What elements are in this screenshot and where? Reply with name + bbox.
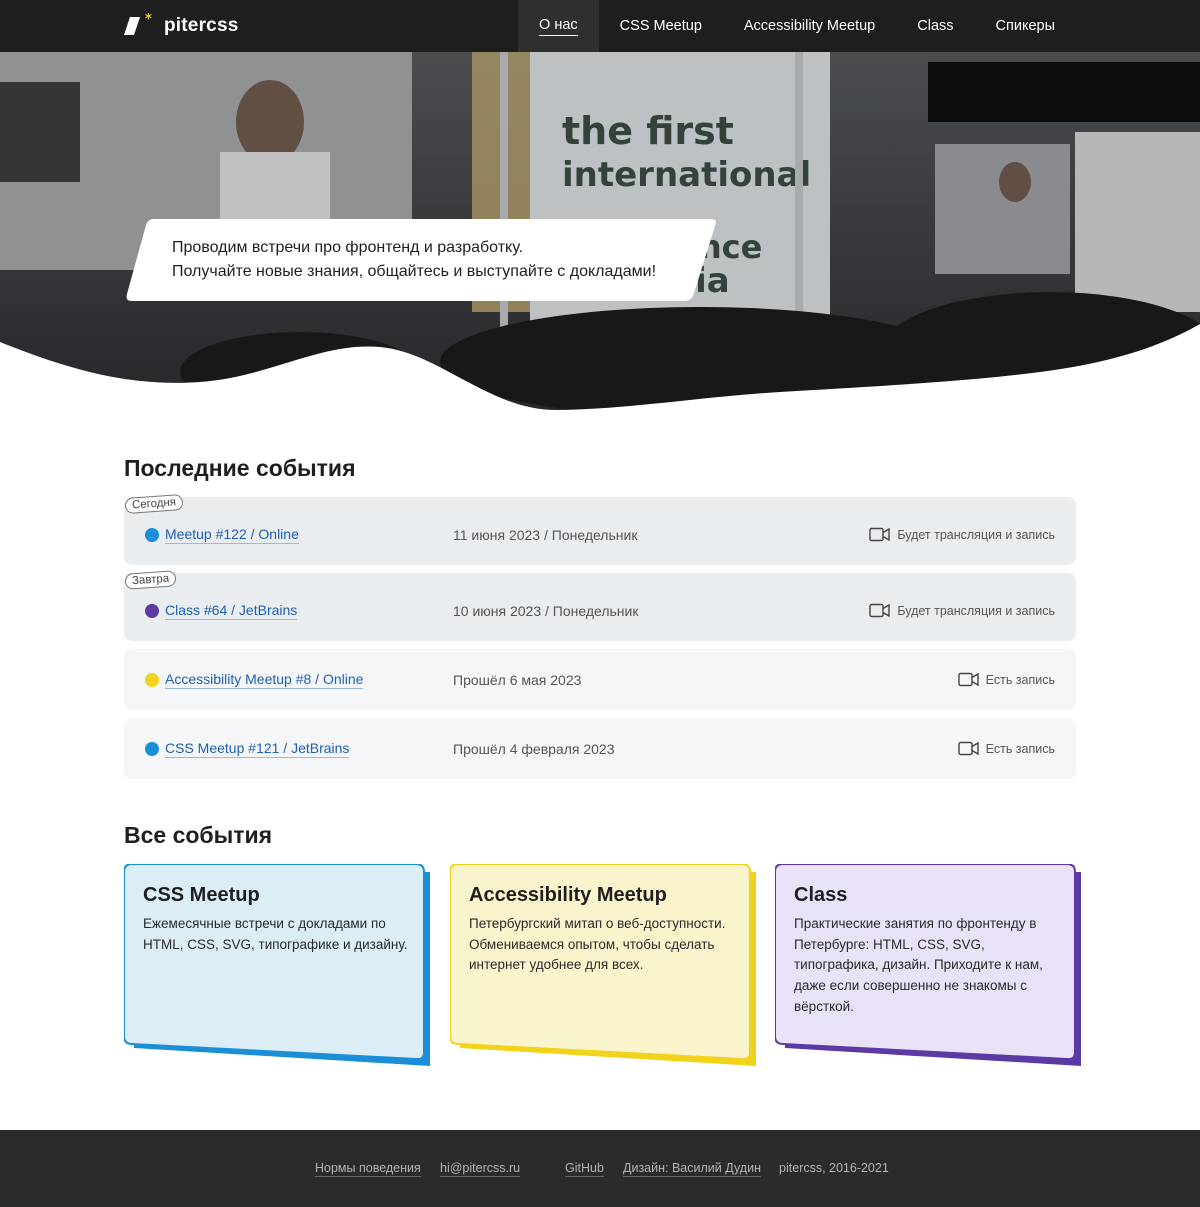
event-type-dot <box>145 604 159 618</box>
logo-text: pitercss <box>164 15 239 36</box>
list-item: CSS Meetup #121 / JetBrains Прошёл 4 фев… <box>124 718 1076 779</box>
event-card-css-meetup[interactable]: CSS Meetup Ежемесячные встречи с доклада… <box>124 864 430 1068</box>
designer-link[interactable]: Дизайн: Василий Дудин <box>623 1161 761 1177</box>
copyright: pitercss, 2016-2021 <box>779 1161 889 1175</box>
logo-link[interactable]: * pitercss <box>124 12 239 39</box>
github-link[interactable]: GitHub <box>565 1161 604 1177</box>
site-header: * pitercss О нас CSS Meetup Accessibilit… <box>0 0 1200 52</box>
event-link[interactable]: Class #64 / JetBrains <box>165 602 298 620</box>
event-link[interactable]: CSS Meetup #121 / JetBrains <box>165 740 350 758</box>
event-card-class[interactable]: Class Практические занятия по фронтенду … <box>775 864 1081 1068</box>
event-note-text: Есть запись <box>985 672 1055 687</box>
nav-item-about[interactable]: О нас <box>518 0 599 52</box>
event-tag: Сегодня <box>124 493 184 515</box>
main-nav: О нас CSS Meetup Accessibility Meetup Cl… <box>518 0 1076 52</box>
video-camera-icon <box>869 603 891 618</box>
hero: the first international conference in ru… <box>0 52 1200 414</box>
event-date: Прошёл 6 мая 2023 <box>453 672 582 688</box>
all-events-cards: CSS Meetup Ежемесячные встречи с доклада… <box>124 864 1082 1074</box>
code-of-conduct-link[interactable]: Нормы поведения <box>315 1161 421 1177</box>
hero-line-2: Получайте новые знания, общайтесь и выст… <box>172 263 657 280</box>
event-link[interactable]: Meetup #122 / Online <box>165 526 299 544</box>
event-note-text: Будет трансляция и запись <box>897 527 1055 542</box>
event-note: Есть запись <box>957 672 1055 687</box>
event-link[interactable]: Accessibility Meetup #8 / Online <box>165 671 364 689</box>
nav-item-class[interactable]: Class <box>896 0 974 52</box>
site-footer: Нормы поведения hi@pitercss.ru GitHub Ди… <box>0 1130 1200 1207</box>
nav-item-css-meetup[interactable]: CSS Meetup <box>599 0 723 52</box>
card-title: CSS Meetup <box>143 884 260 906</box>
card-text: Ежемесячные встречи с докладами по HTML,… <box>143 916 408 952</box>
hero-line-1: Проводим встречи про фронтенд и разработ… <box>172 239 524 256</box>
hero-callout: Проводим встречи про фронтенд и разработ… <box>126 219 716 301</box>
nav-item-label: О нас <box>539 17 578 36</box>
hero-text: Проводим встречи про фронтенд и разработ… <box>172 236 656 284</box>
card-title: Accessibility Meetup <box>469 884 667 906</box>
all-events-heading: Все события <box>124 822 273 848</box>
event-note: Есть запись <box>957 741 1055 756</box>
video-camera-icon <box>957 672 979 687</box>
card-text: Петербургский митап о веб-доступности. О… <box>469 916 726 973</box>
nav-item-label: Accessibility Meetup <box>743 18 876 34</box>
nav-item-label: Class <box>917 18 954 34</box>
event-note: Будет трансляция и запись <box>869 527 1055 542</box>
list-item: Accessibility Meetup #8 / Online Прошёл … <box>124 649 1076 710</box>
card-text: Практические занятия по фронтенду в Пете… <box>794 916 1043 1014</box>
event-type-dot <box>145 742 159 756</box>
nav-item-label: CSS Meetup <box>619 18 702 34</box>
event-tag: Завтра <box>124 570 177 590</box>
nav-item-label: Спикеры <box>995 18 1055 34</box>
video-camera-icon <box>869 527 891 542</box>
event-type-dot <box>145 528 159 542</box>
card-title: Class <box>794 884 848 906</box>
latest-events-heading: Последние события <box>124 455 356 481</box>
video-camera-icon <box>957 741 979 756</box>
svg-text:*: * <box>145 13 152 27</box>
nav-item-accessibility-meetup[interactable]: Accessibility Meetup <box>723 0 896 52</box>
event-card-accessibility-meetup[interactable]: Accessibility Meetup Петербургский митап… <box>450 864 756 1068</box>
list-item: Завтра Class #64 / JetBrains 10 июня 202… <box>124 570 1076 641</box>
logo-icon: * <box>124 12 152 39</box>
nav-item-speakers[interactable]: Спикеры <box>975 0 1076 52</box>
event-note-text: Будет трансляция и запись <box>897 603 1055 618</box>
event-note-text: Есть запись <box>985 741 1055 756</box>
event-date: 10 июня 2023 / Понедельник <box>453 603 639 619</box>
event-type-dot <box>145 673 159 687</box>
list-item: Сегодня Meetup #122 / Online 11 июня 202… <box>124 493 1076 565</box>
event-date: Прошёл 4 февраля 2023 <box>453 741 615 757</box>
email-link[interactable]: hi@pitercss.ru <box>440 1161 521 1177</box>
event-note: Будет трансляция и запись <box>869 603 1055 618</box>
latest-events-list: Сегодня Meetup #122 / Online 11 июня 202… <box>124 493 1076 787</box>
event-date: 11 июня 2023 / Понедельник <box>453 527 638 543</box>
